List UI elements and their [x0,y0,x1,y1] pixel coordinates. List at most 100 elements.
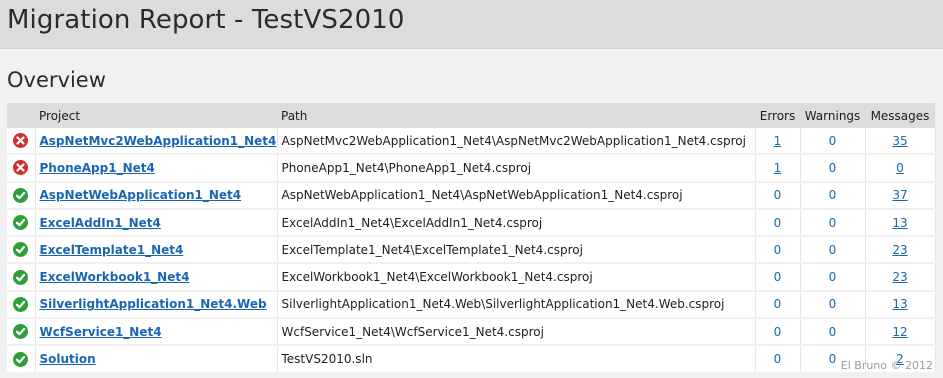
project-cell: AspNetWebApplication1_Net4 [35,181,278,210]
table-header-row: Project Path Errors Warnings Messages [7,103,935,128]
project-cell: ExcelWorkbook1_Net4 [35,263,278,292]
path-cell: ExcelTemplate1_Net4\ExcelTemplate1_Net4.… [277,236,756,265]
project-link[interactable]: PhoneApp1_Net4 [40,161,155,175]
path-cell: ExcelWorkbook1_Net4\ExcelWorkbook1_Net4.… [277,263,756,292]
messages-cell: 23 [865,236,936,265]
project-link[interactable]: ExcelAddIn1_Net4 [40,216,161,230]
errors-count: 0 [773,215,782,230]
watermark: El Bruno © 2012 [840,359,933,372]
warnings-header[interactable]: Warnings [800,103,865,128]
project-cell: ExcelTemplate1_Net4 [35,236,278,265]
path-header[interactable]: Path [277,103,755,128]
errors-cell: 1 [755,128,801,156]
messages-cell: 13 [865,290,936,320]
error-icon [13,133,29,149]
warnings-cell: 0 [800,128,866,156]
path-cell: SilverlightApplication1_Net4.Web\Silverl… [277,290,756,320]
project-cell: WcfService1_Net4 [35,318,278,347]
path-cell: WcfService1_Net4\WcfService1_Net4.csproj [277,318,756,347]
messages-count-link[interactable]: 35 [892,134,907,148]
status-cell [7,154,36,183]
table-row: ExcelAddIn1_Net4 ExcelAddIn1_Net4\ExcelAd… [7,208,936,238]
status-cell [7,345,36,374]
table-row: ExcelWorkbook1_Net4 ExcelWorkbook1_Net4\E… [7,263,936,292]
warnings-cell: 0 [800,263,866,292]
warnings-count: 0 [828,270,837,285]
messages-count-link[interactable]: 0 [896,161,904,175]
warnings-count: 0 [828,160,837,175]
messages-count-link[interactable]: 13 [892,216,907,230]
warnings-cell: 0 [800,154,866,183]
errors-count: 0 [773,270,782,285]
warnings-count: 0 [828,133,837,148]
errors-cell: 0 [755,345,801,374]
page-title: Migration Report - TestVS2010 [7,5,405,35]
path-cell: AspNetWebApplication1_Net4\AspNetWebAppl… [277,181,756,210]
warnings-cell: 0 [800,208,866,238]
path-cell: TestVS2010.sln [277,345,756,374]
messages-count-link[interactable]: 23 [892,270,907,284]
project-link[interactable]: WcfService1_Net4 [40,325,162,339]
table-row: SilverlightApplication1_Net4.Web Silverli… [7,290,936,320]
status-cell [7,236,36,265]
check-icon [13,269,29,285]
messages-count-link[interactable]: 37 [892,188,907,202]
messages-cell: 35 [865,128,936,156]
warnings-count: 0 [828,188,837,203]
warnings-count: 0 [828,297,837,312]
errors-count: 0 [773,352,782,367]
status-cell [7,181,36,210]
report-header: Migration Report - TestVS2010 [0,0,943,49]
migration-table: Project Path Errors Warnings Messages As… [7,103,936,374]
warnings-count: 0 [828,242,837,257]
messages-count-link[interactable]: 23 [892,243,907,257]
errors-count: 0 [773,188,782,203]
messages-header[interactable]: Messages [865,103,935,128]
warnings-count: 0 [828,352,837,367]
errors-count: 0 [773,324,782,339]
errors-count: 0 [773,242,782,257]
errors-cell: 0 [755,318,801,347]
project-link[interactable]: ExcelTemplate1_Net4 [40,243,184,257]
project-cell: SilverlightApplication1_Net4.Web [35,290,278,320]
project-link[interactable]: AspNetMvc2WebApplication1_Net4 [40,134,277,148]
messages-count-link[interactable]: 12 [892,325,907,339]
project-cell: PhoneApp1_Net4 [35,154,278,183]
project-header[interactable]: Project [35,103,277,128]
status-cell [7,318,36,347]
warnings-count: 0 [828,215,837,230]
messages-cell: 13 [865,208,936,238]
table-row: Solution TestVS2010.sln 0 0 2 [7,345,936,374]
errors-count-link[interactable]: 1 [774,161,782,175]
errors-cell: 1 [755,154,801,183]
messages-count-link[interactable]: 13 [892,297,907,311]
project-link[interactable]: SilverlightApplication1_Net4.Web [40,297,267,311]
messages-cell: 0 [865,154,936,183]
errors-cell: 0 [755,263,801,292]
errors-count: 0 [773,297,782,312]
errors-count-link[interactable]: 1 [774,134,782,148]
status-cell [7,128,36,156]
check-icon [13,215,29,231]
errors-cell: 0 [755,181,801,210]
warnings-cell: 0 [800,318,866,347]
table-row: AspNetWebApplication1_Net4 AspNetWebAppli… [7,181,936,210]
warnings-count: 0 [828,324,837,339]
warnings-cell: 0 [800,236,866,265]
project-link[interactable]: ExcelWorkbook1_Net4 [40,270,190,284]
project-cell: AspNetMvc2WebApplication1_Net4 [35,128,278,156]
overview-title: Overview [7,68,106,92]
table-row: AspNetMvc2WebApplication1_Net4 AspNetMvc2… [7,128,936,156]
status-cell [7,208,36,238]
check-icon [13,324,29,340]
project-link[interactable]: AspNetWebApplication1_Net4 [40,188,242,202]
errors-header[interactable]: Errors [755,103,800,128]
warnings-cell: 0 [800,181,866,210]
project-link[interactable]: Solution [40,352,96,366]
check-icon [13,296,29,312]
status-cell [7,290,36,320]
error-icon [13,160,29,176]
table-row: PhoneApp1_Net4 PhoneApp1_Net4\PhoneApp1_N… [7,154,936,183]
path-cell: PhoneApp1_Net4\PhoneApp1_Net4.csproj [277,154,756,183]
messages-cell: 12 [865,318,936,347]
